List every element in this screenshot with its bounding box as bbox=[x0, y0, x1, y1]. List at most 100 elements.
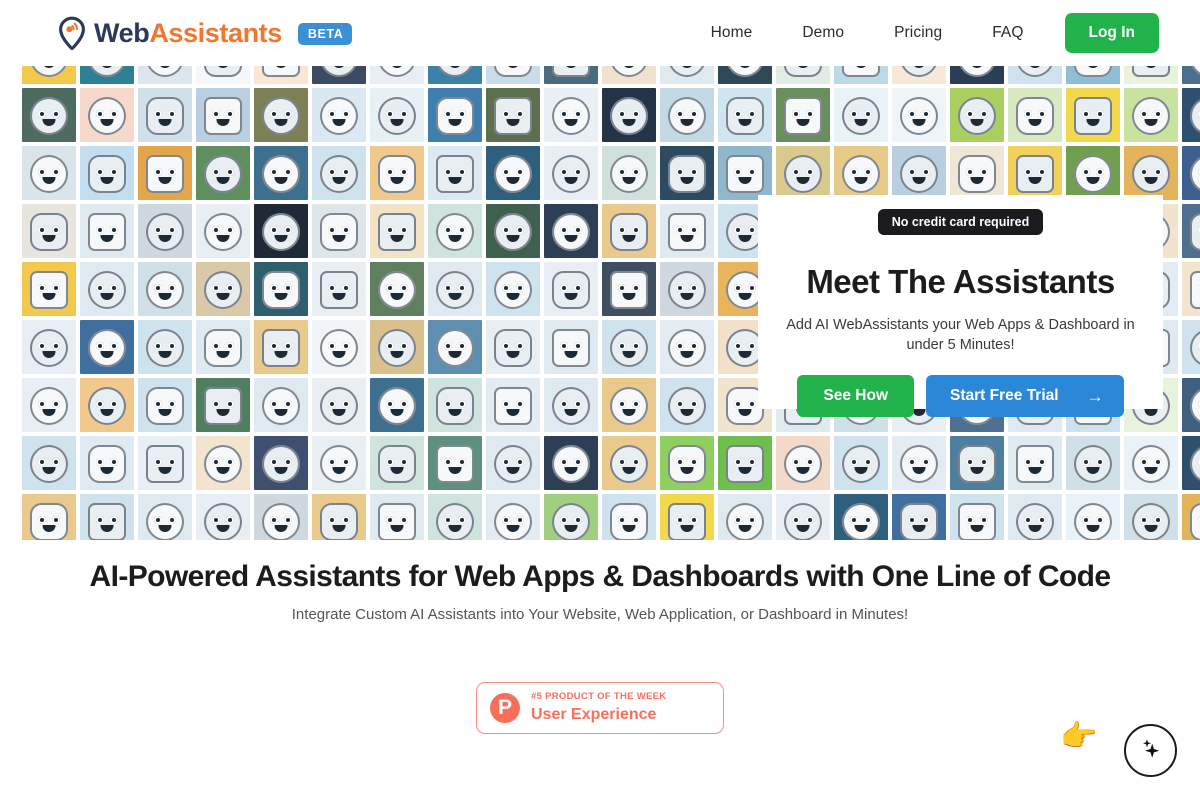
avatar-eyes bbox=[610, 283, 648, 293]
avatar-mouth bbox=[622, 409, 636, 417]
avatar-face bbox=[1132, 445, 1170, 484]
avatar-face bbox=[378, 503, 416, 540]
avatar-eyes bbox=[1132, 515, 1170, 525]
avatar-eyes bbox=[668, 341, 706, 351]
avatar-eyes bbox=[726, 457, 764, 467]
avatar-mouth bbox=[738, 293, 752, 301]
assistant-avatar-tile bbox=[80, 204, 134, 258]
avatar-face bbox=[958, 503, 996, 540]
avatar-face bbox=[88, 213, 126, 252]
avatar-face bbox=[88, 329, 126, 368]
avatar-eyes bbox=[1190, 225, 1200, 235]
avatar-eyes bbox=[262, 283, 300, 293]
avatar-mouth bbox=[274, 293, 288, 301]
avatar-mouth bbox=[1144, 467, 1158, 475]
avatar-eyes bbox=[378, 515, 416, 525]
avatar-eyes bbox=[146, 341, 184, 351]
avatar-mouth bbox=[42, 409, 56, 417]
assistant-avatar-tile bbox=[370, 146, 424, 200]
avatar-eyes bbox=[320, 167, 358, 177]
avatar-eyes bbox=[552, 283, 590, 293]
assistant-avatar-tile bbox=[834, 146, 888, 200]
avatar-face bbox=[900, 97, 938, 136]
avatar-mouth bbox=[448, 525, 462, 533]
assistant-avatar-tile bbox=[660, 378, 714, 432]
assistant-avatar-tile bbox=[1124, 436, 1178, 490]
assistant-avatar-tile bbox=[660, 204, 714, 258]
avatar-eyes bbox=[1016, 457, 1054, 467]
assistant-avatar-tile bbox=[1066, 494, 1120, 540]
avatar-mouth bbox=[506, 177, 520, 185]
assistant-avatar-tile bbox=[486, 262, 540, 316]
avatar-face bbox=[146, 445, 184, 484]
avatar-mouth bbox=[1144, 177, 1158, 185]
start-free-trial-button[interactable]: Start Free Trial → bbox=[926, 375, 1124, 417]
avatar-face bbox=[668, 271, 706, 310]
assistant-avatar-tile bbox=[950, 494, 1004, 540]
avatar-face bbox=[610, 155, 648, 194]
avatar-face bbox=[262, 271, 300, 310]
avatar-face bbox=[726, 155, 764, 194]
avatar-eyes bbox=[552, 399, 590, 409]
avatar-eyes bbox=[204, 341, 242, 351]
avatar-face bbox=[668, 445, 706, 484]
avatar-mouth bbox=[448, 119, 462, 127]
avatar-mouth bbox=[1086, 119, 1100, 127]
brand-logo[interactable]: WebAssistants BETA bbox=[57, 16, 353, 50]
login-button[interactable]: Log In bbox=[1064, 13, 1159, 53]
avatar-eyes bbox=[1190, 109, 1200, 119]
avatar-face bbox=[262, 213, 300, 252]
avatar-mouth bbox=[216, 177, 230, 185]
avatar-eyes bbox=[842, 167, 880, 177]
assistant-avatar-tile bbox=[312, 436, 366, 490]
assistant-avatar-tile bbox=[80, 146, 134, 200]
avatar-face bbox=[1190, 387, 1200, 426]
avatar-face bbox=[494, 271, 532, 310]
assistant-avatar-tile bbox=[138, 378, 192, 432]
nav-link-faq[interactable]: FAQ bbox=[967, 24, 1048, 42]
assistant-avatar-tile bbox=[196, 494, 250, 540]
avatar-eyes bbox=[668, 225, 706, 235]
avatar-mouth bbox=[1028, 119, 1042, 127]
assistant-avatar-tile bbox=[602, 494, 656, 540]
avatar-face bbox=[900, 503, 938, 540]
avatar-face bbox=[1132, 155, 1170, 194]
product-hunt-badge[interactable]: P #5 PRODUCT OF THE WEEK User Experience bbox=[476, 682, 724, 734]
avatar-face bbox=[494, 387, 532, 426]
avatar-eyes bbox=[262, 109, 300, 119]
avatar-mouth bbox=[42, 351, 56, 359]
avatar-mouth bbox=[448, 467, 462, 475]
avatar-face bbox=[1190, 271, 1200, 310]
assistant-avatar-tile bbox=[370, 494, 424, 540]
nav-link-pricing[interactable]: Pricing bbox=[869, 24, 967, 42]
avatar-eyes bbox=[436, 109, 474, 119]
avatar-eyes bbox=[958, 167, 996, 177]
avatar-mouth bbox=[912, 177, 926, 185]
avatar-face bbox=[204, 271, 242, 310]
avatar-face bbox=[436, 329, 474, 368]
avatar-mouth bbox=[506, 525, 520, 533]
avatar-mouth bbox=[680, 235, 694, 243]
avatar-face bbox=[668, 387, 706, 426]
see-how-button[interactable]: See How bbox=[797, 375, 915, 417]
nav-link-demo[interactable]: Demo bbox=[777, 24, 869, 42]
avatar-eyes bbox=[958, 515, 996, 525]
assistant-avatar-tile bbox=[254, 378, 308, 432]
assistant-avatar-tile bbox=[834, 88, 888, 142]
avatar-eyes bbox=[610, 225, 648, 235]
avatar-mouth bbox=[216, 467, 230, 475]
avatar-face bbox=[552, 387, 590, 426]
avatar-mouth bbox=[274, 409, 288, 417]
avatar-mouth bbox=[680, 177, 694, 185]
avatar-mouth bbox=[1086, 177, 1100, 185]
avatar-mouth bbox=[738, 525, 752, 533]
avatar-face bbox=[668, 155, 706, 194]
nav-link-home[interactable]: Home bbox=[686, 24, 778, 42]
product-hunt-rank: #5 PRODUCT OF THE WEEK bbox=[531, 691, 667, 703]
avatar-mouth bbox=[390, 177, 404, 185]
assistant-avatar-tile bbox=[602, 378, 656, 432]
avatar-eyes bbox=[610, 341, 648, 351]
chat-assistant-fab[interactable] bbox=[1124, 724, 1177, 777]
avatar-mouth bbox=[738, 467, 752, 475]
avatar-face bbox=[494, 213, 532, 252]
